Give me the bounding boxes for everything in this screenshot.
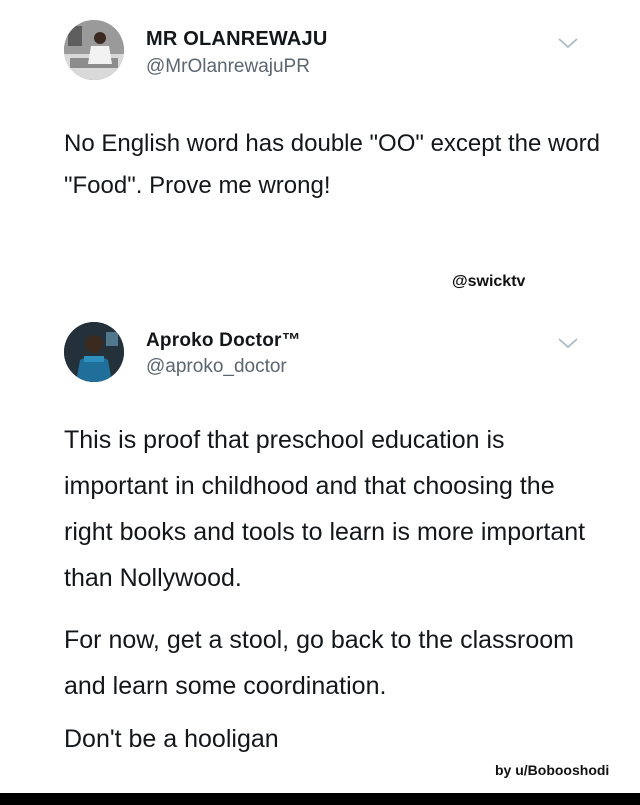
display-name[interactable]: Aproko Doctor™ [146, 330, 301, 352]
tweet-original: MR OLANREWAJU @MrOlanrewajuPR No English… [0, 0, 640, 300]
tweet-paragraph: For now, get a stool, go back to the cla… [64, 626, 574, 700]
chevron-down-icon[interactable] [557, 336, 579, 350]
watermark-handle: @swicktv [452, 273, 526, 290]
tweet-reply: Aproko Doctor™ @aproko_doctor This is pr… [0, 300, 640, 790]
display-name[interactable]: MR OLANREWAJU [146, 28, 328, 51]
bottom-border [0, 793, 640, 805]
avatar[interactable] [64, 322, 124, 382]
tweet-paragraph: Don't be a hooligan [64, 725, 279, 753]
tweet-paragraph: This is proof that preschool education i… [64, 426, 586, 592]
user-handle[interactable]: @MrOlanrewajuPR [146, 56, 310, 78]
chevron-down-icon[interactable] [557, 36, 579, 50]
tweet-text: No English word has double "OO" except t… [64, 130, 600, 199]
user-handle[interactable]: @aproko_doctor [146, 356, 287, 378]
watermark-credit: by u/Bobooshodi [495, 762, 610, 778]
avatar[interactable] [64, 20, 124, 80]
